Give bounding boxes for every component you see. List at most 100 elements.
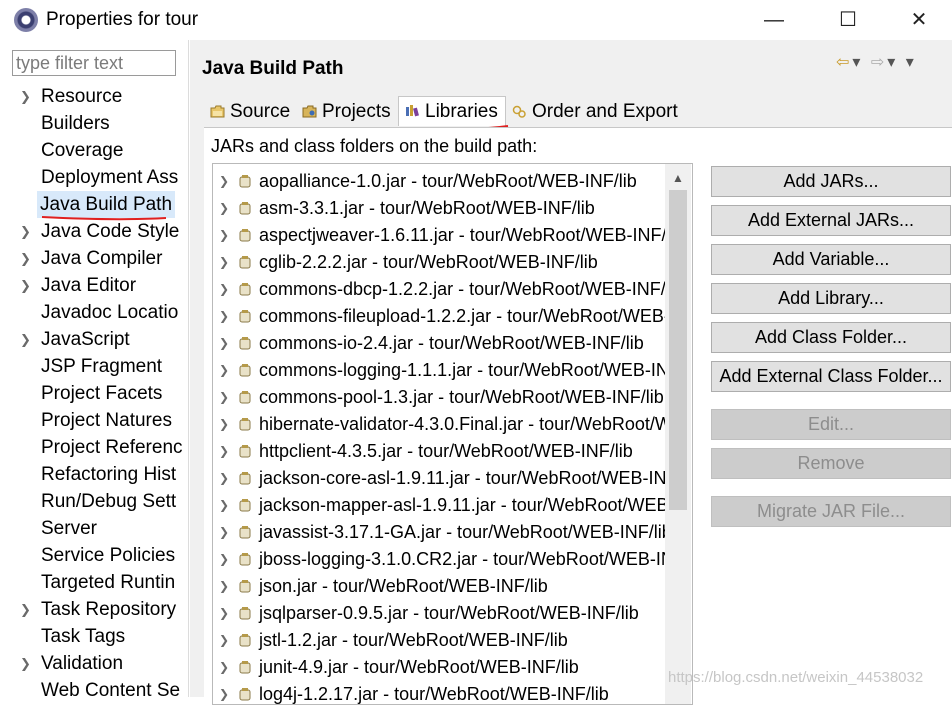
sidebar-item[interactable]: Java Build Path (0, 191, 188, 221)
expand-arrow-icon[interactable]: ❯ (20, 650, 31, 677)
jar-list-item[interactable]: ❯ junit-4.9.jar - tour/WebRoot/WEB-INF/li… (213, 654, 665, 681)
expand-arrow-icon[interactable]: ❯ (219, 222, 229, 249)
expand-arrow-icon[interactable]: ❯ (219, 438, 229, 465)
expand-arrow-icon[interactable]: ❯ (219, 411, 229, 438)
jar-list-item[interactable]: ❯ jackson-mapper-asl-1.9.11.jar - tour/We… (213, 492, 665, 519)
sidebar-item[interactable]: Run/Debug Sett (0, 488, 188, 515)
expand-arrow-icon[interactable]: ❯ (219, 195, 229, 222)
forward-arrow-icon[interactable]: ⇨ (871, 54, 887, 71)
expand-arrow-icon[interactable]: ❯ (20, 83, 31, 110)
sidebar-item[interactable]: Javadoc Locatio (0, 299, 188, 326)
jar-file-icon (239, 229, 251, 242)
tab-order-and-export[interactable]: Order and Export (506, 98, 690, 126)
forward-menu-chevron-icon[interactable]: ▾ (887, 54, 898, 71)
jar-label: commons-dbcp-1.2.2.jar - tour/WebRoot/WE… (259, 279, 665, 299)
sidebar-item[interactable]: ❯ Java Compiler (0, 245, 188, 272)
migrate-jar-button[interactable]: Migrate JAR File... (711, 496, 951, 527)
expand-arrow-icon[interactable]: ❯ (219, 168, 229, 195)
expand-arrow-icon[interactable]: ❯ (219, 276, 229, 303)
jar-list-item[interactable]: ❯ asm-3.3.1.jar - tour/WebRoot/WEB-INF/li… (213, 195, 665, 222)
sidebar-item[interactable]: ❯ Resource (0, 83, 188, 110)
add-external-jars-button[interactable]: Add External JARs... (711, 205, 951, 236)
sidebar-item[interactable]: Project Natures (0, 407, 188, 434)
jar-list-item[interactable]: ❯ commons-logging-1.1.1.jar - tour/WebRoo… (213, 357, 665, 384)
jar-list-item[interactable]: ❯ httpclient-4.3.5.jar - tour/WebRoot/WEB… (213, 438, 665, 465)
sidebar-item[interactable]: Project Referenc (0, 434, 188, 461)
expand-arrow-icon[interactable]: ❯ (219, 249, 229, 276)
sidebar-item[interactable]: ❯ Validation (0, 650, 188, 677)
filter-input[interactable] (12, 50, 176, 76)
jar-list-item[interactable]: ❯ commons-dbcp-1.2.2.jar - tour/WebRoot/W… (213, 276, 665, 303)
expand-arrow-icon[interactable]: ❯ (219, 303, 229, 330)
expand-arrow-icon[interactable]: ❯ (219, 546, 229, 573)
sidebar-item[interactable]: Targeted Runtin (0, 569, 188, 596)
minimize-button[interactable]: — (752, 6, 796, 34)
sidebar-item[interactable]: Service Policies (0, 542, 188, 569)
back-arrow-icon[interactable]: ⇦ (836, 54, 852, 71)
jar-list-item[interactable]: ❯ javassist-3.17.1-GA.jar - tour/WebRoot/… (213, 519, 665, 546)
expand-arrow-icon[interactable]: ❯ (219, 465, 229, 492)
jar-list-item[interactable]: ❯ aspectjweaver-1.6.11.jar - tour/WebRoot… (213, 222, 665, 249)
jar-label: jackson-core-asl-1.9.11.jar - tour/WebRo… (259, 468, 665, 488)
add-external-class-folder-button[interactable]: Add External Class Folder... (711, 361, 951, 392)
expand-arrow-icon[interactable]: ❯ (219, 357, 229, 384)
sidebar-item[interactable]: Builders (0, 110, 188, 137)
sidebar-item-label: Project Natures (41, 410, 172, 431)
expand-arrow-icon[interactable]: ❯ (20, 326, 31, 353)
sidebar-item[interactable]: Project Facets (0, 380, 188, 407)
edit-button[interactable]: Edit... (711, 409, 951, 440)
sidebar-item[interactable]: Web Content Se (0, 677, 188, 697)
expand-arrow-icon[interactable]: ❯ (20, 272, 31, 299)
sidebar-item[interactable]: ❯ Java Code Style (0, 218, 188, 245)
sidebar-item[interactable]: Deployment Ass (0, 164, 188, 191)
expand-arrow-icon[interactable]: ❯ (219, 600, 229, 627)
sidebar-item[interactable]: Refactoring Hist (0, 461, 188, 488)
view-menu-icon[interactable]: ▾ (906, 54, 917, 71)
expand-arrow-icon[interactable]: ❯ (219, 654, 229, 681)
sidebar-item[interactable]: Task Tags (0, 623, 188, 650)
sidebar-item[interactable]: Server (0, 515, 188, 542)
add-jars-button[interactable]: Add JARs... (711, 166, 951, 197)
jar-list-item[interactable]: ❯ jstl-1.2.jar - tour/WebRoot/WEB-INF/lib (213, 627, 665, 654)
sidebar-item[interactable]: ❯ Task Repository (0, 596, 188, 623)
back-menu-chevron-icon[interactable]: ▾ (852, 54, 863, 71)
tab-projects[interactable]: Projects (296, 98, 398, 126)
jar-list-item[interactable]: ❯ commons-io-2.4.jar - tour/WebRoot/WEB-I… (213, 330, 665, 357)
jar-list[interactable]: ❯ aopalliance-1.0.jar - tour/WebRoot/WEB-… (212, 163, 693, 705)
jar-list-item[interactable]: ❯ json.jar - tour/WebRoot/WEB-INF/lib (213, 573, 665, 600)
jar-list-item[interactable]: ❯ aopalliance-1.0.jar - tour/WebRoot/WEB-… (213, 168, 665, 195)
expand-arrow-icon[interactable]: ❯ (219, 573, 229, 600)
add-class-folder-button[interactable]: Add Class Folder... (711, 322, 951, 353)
add-library-button[interactable]: Add Library... (711, 283, 951, 314)
jar-list-item[interactable]: ❯ log4j-1.2.17.jar - tour/WebRoot/WEB-INF… (213, 681, 665, 704)
jar-list-item[interactable]: ❯ jboss-logging-3.1.0.CR2.jar - tour/WebR… (213, 546, 665, 573)
sidebar-item[interactable]: JSP Fragment (0, 353, 188, 380)
expand-arrow-icon[interactable]: ❯ (20, 245, 31, 272)
sidebar-item[interactable]: Coverage (0, 137, 188, 164)
sidebar-item[interactable]: ❯ Java Editor (0, 272, 188, 299)
close-button[interactable]: ✕ (897, 6, 941, 34)
jar-list-item[interactable]: ❯ cglib-2.2.2.jar - tour/WebRoot/WEB-INF/… (213, 249, 665, 276)
expand-arrow-icon[interactable]: ❯ (219, 681, 229, 704)
expand-arrow-icon[interactable]: ❯ (219, 330, 229, 357)
sidebar-item[interactable]: ❯ JavaScript (0, 326, 188, 353)
jar-list-item[interactable]: ❯ commons-fileupload-1.2.2.jar - tour/Web… (213, 303, 665, 330)
expand-arrow-icon[interactable]: ❯ (219, 519, 229, 546)
jar-list-item[interactable]: ❯ jackson-core-asl-1.9.11.jar - tour/WebR… (213, 465, 665, 492)
jar-list-item[interactable]: ❯ commons-pool-1.3.jar - tour/WebRoot/WEB… (213, 384, 665, 411)
expand-arrow-icon[interactable]: ❯ (219, 384, 229, 411)
scroll-thumb[interactable] (669, 190, 687, 510)
jar-list-item[interactable]: ❯ jsqlparser-0.9.5.jar - tour/WebRoot/WEB… (213, 600, 665, 627)
vertical-scrollbar[interactable]: ▲ (665, 164, 691, 704)
maximize-button[interactable]: ☐ (826, 6, 870, 34)
add-variable-button[interactable]: Add Variable... (711, 244, 951, 275)
tab-source[interactable]: Source (204, 98, 296, 126)
expand-arrow-icon[interactable]: ❯ (20, 218, 31, 245)
scroll-up-arrow-icon[interactable]: ▲ (665, 168, 691, 188)
jar-list-item[interactable]: ❯ hibernate-validator-4.3.0.Final.jar - t… (213, 411, 665, 438)
expand-arrow-icon[interactable]: ❯ (219, 492, 229, 519)
tab-libraries[interactable]: Libraries (398, 96, 506, 126)
expand-arrow-icon[interactable]: ❯ (20, 596, 31, 623)
expand-arrow-icon[interactable]: ❯ (219, 627, 229, 654)
remove-button[interactable]: Remove (711, 448, 951, 479)
